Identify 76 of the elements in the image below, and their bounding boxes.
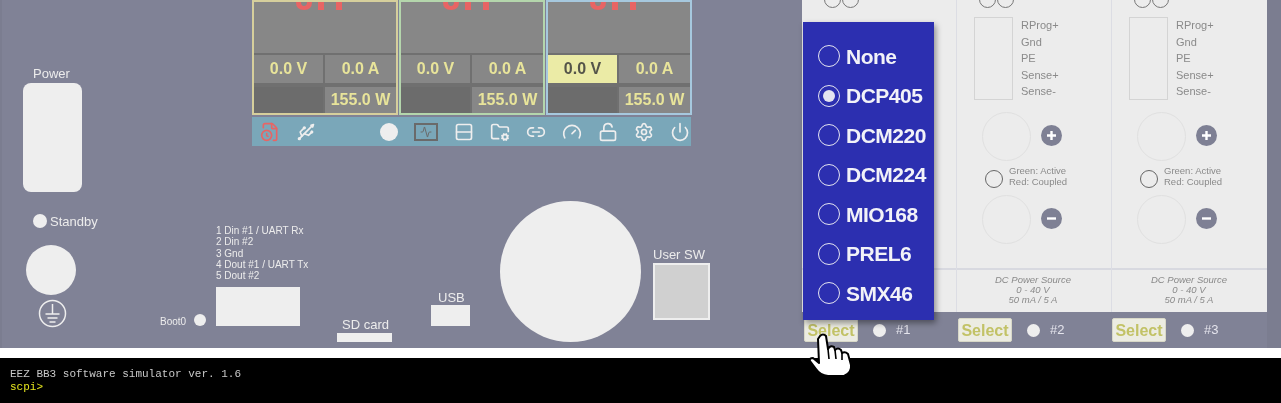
module-description: DC Power Source	[994, 275, 1072, 285]
module-option[interactable]: DCP405	[818, 79, 934, 112]
pin-label: PE	[1021, 51, 1037, 66]
current-reading[interactable]: 0.0 A	[619, 55, 690, 83]
pin-label: PE	[1176, 51, 1192, 66]
module-option[interactable]: DCM224	[818, 158, 934, 191]
plus-icon	[1196, 125, 1217, 146]
voltage-reading[interactable]: 0.0 V	[401, 55, 470, 83]
pin-label: Sense+	[1021, 67, 1059, 83]
sd-card-label: SD card	[342, 316, 389, 334]
power-icon[interactable]	[670, 121, 690, 142]
standby-label: Standby	[50, 213, 98, 231]
led-legend-text: Green: Active	[1164, 165, 1223, 176]
power-reading[interactable]: 155.0 W	[325, 87, 396, 113]
io-pin-label: 4 Dout #1 / UART Tx	[216, 258, 309, 271]
voltage-reading[interactable]: 0.0 V	[254, 55, 323, 83]
pin-label: RProg+	[1176, 18, 1214, 33]
folder-gear-icon[interactable]	[490, 121, 510, 142]
slot-led	[1027, 323, 1040, 337]
boot0-button[interactable]	[194, 314, 206, 326]
io-pin-label: 5 Dout #2	[216, 270, 261, 282]
ground-terminal	[26, 245, 76, 295]
voltage-reading[interactable]: 0.0 V	[548, 55, 617, 83]
io-pin-label: 3 Gnd	[216, 247, 245, 259]
plus-icon	[1041, 125, 1062, 146]
slot-number: #2	[1050, 321, 1065, 340]
led-legend-text: Red: Coupled	[1009, 176, 1068, 187]
slot-number: #3	[1204, 321, 1219, 340]
power-reading[interactable]: 155.0 W	[619, 87, 690, 113]
usb-icon[interactable]	[296, 121, 316, 142]
select-module-button[interactable]: Select	[1112, 318, 1166, 342]
terminal-prompt: scpi>	[10, 381, 44, 394]
module-option[interactable]: MIO168	[818, 198, 934, 231]
select-module-button[interactable]: Select	[958, 318, 1012, 342]
module-option[interactable]: DCM220	[818, 119, 934, 152]
module-description: 0 - 40 V	[1015, 285, 1051, 295]
log-file-icon[interactable]	[260, 121, 280, 142]
module-description: DC Power Source	[1150, 275, 1228, 285]
module-option[interactable]: None	[818, 40, 934, 73]
drawer-icon[interactable]	[454, 121, 474, 142]
minus-icon	[1196, 208, 1217, 229]
unlocked-padlock-icon[interactable]	[598, 121, 618, 142]
user-key[interactable]	[653, 263, 710, 320]
sd-card-slot	[337, 333, 392, 342]
led-legend-text: Green: Active	[1009, 165, 1068, 176]
pin-label: Sense-	[1176, 84, 1212, 99]
module-description: 50 mA / 5 A	[1163, 295, 1215, 305]
user-switch-label: User SW	[653, 246, 705, 264]
power-reading[interactable]: 155.0 W	[472, 87, 543, 113]
ground-icon	[38, 299, 67, 328]
module-description: 0 - 40 V	[1171, 285, 1207, 295]
minus-icon	[1041, 208, 1062, 229]
chart-icon[interactable]	[414, 122, 438, 141]
boot0-label: Boot0	[160, 315, 187, 329]
power-label: Power	[33, 65, 70, 83]
usb-label: USB	[438, 289, 465, 307]
io-pin-label: 1 Din #1 / UART Rx	[216, 225, 305, 237]
slot-led	[873, 323, 886, 337]
io-pin-label: 2 Din #2	[216, 236, 255, 248]
usb-port	[431, 305, 470, 326]
slot-number: #1	[896, 321, 911, 340]
slot-led	[1181, 323, 1194, 337]
led-legend-text: Red: Coupled	[1164, 176, 1223, 187]
module-description: 50 mA / 5 A	[1007, 295, 1059, 305]
pin-label: Gnd	[1176, 34, 1198, 50]
pin-label: Sense+	[1176, 67, 1214, 83]
settings-icon[interactable]	[634, 121, 654, 142]
pin-label: RProg+	[1021, 18, 1059, 33]
pin-label: Gnd	[1021, 34, 1043, 50]
standby-led	[33, 214, 47, 228]
current-reading[interactable]: 0.0 A	[472, 55, 543, 83]
module-option[interactable]: SMX46	[818, 277, 934, 310]
terminal-output: EEZ BB3 software simulator ver. 1.6	[10, 368, 243, 381]
current-reading[interactable]: 0.0 A	[325, 55, 396, 83]
pin-label: Sense-	[1021, 84, 1057, 99]
module-option[interactable]: PREL6	[818, 237, 934, 270]
